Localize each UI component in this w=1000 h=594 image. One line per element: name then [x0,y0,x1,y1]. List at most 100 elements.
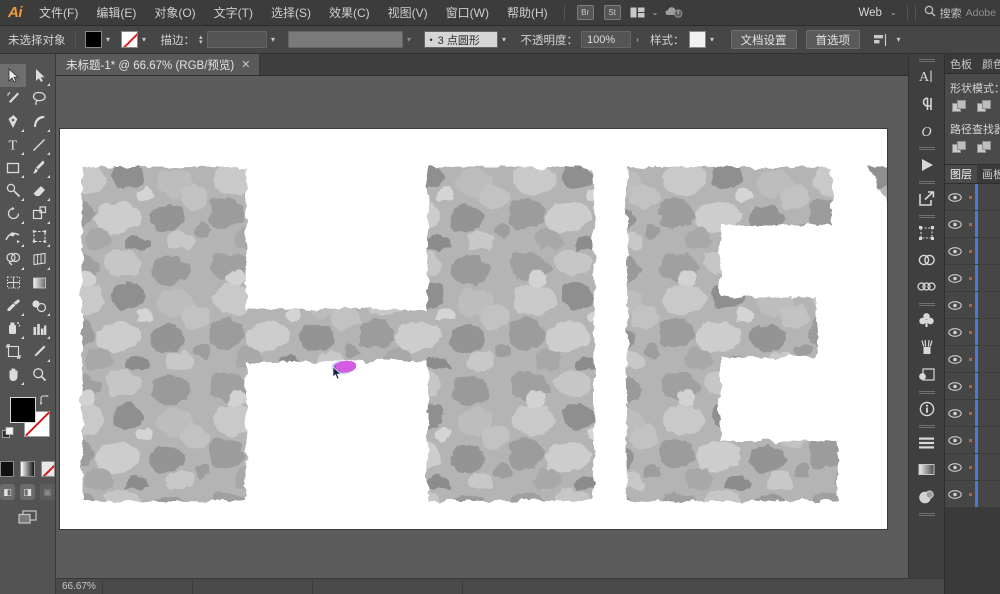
fill-color-swatch[interactable] [84,31,102,48]
layer-row[interactable] [945,481,1000,508]
actions-panel-icon[interactable] [913,151,941,178]
rail-grip[interactable] [917,178,937,185]
canvas-area[interactable]: 删除黑色形状 [56,76,944,594]
layer-row[interactable] [945,238,1000,265]
none-mode-swatch[interactable] [40,461,55,477]
layer-row[interactable] [945,346,1000,373]
layer-row[interactable] [945,211,1000,238]
screen-mode-icon[interactable] [17,510,39,528]
rail-grip[interactable] [917,510,937,517]
tab-artboards[interactable]: 画板 [977,165,1000,183]
status-zoom-field[interactable]: 66.67% [56,579,103,594]
swap-fill-stroke-icon[interactable] [39,395,51,408]
pen-tool[interactable] [0,110,26,133]
fill-swatch[interactable] [10,397,36,423]
transform-panel-icon[interactable] [913,219,941,246]
layer-row[interactable] [945,400,1000,427]
lasso-tool[interactable] [26,87,52,110]
align-dropdown-icon[interactable]: ▾ [892,31,905,48]
curvature-tool[interactable] [26,110,52,133]
stroke-color-swatch[interactable] [120,31,138,48]
selection-tool[interactable] [0,64,26,87]
libraries-panel-icon[interactable] [913,273,941,300]
workspace-switcher[interactable]: Web [853,7,886,19]
menu-object[interactable]: 对象(O) [145,0,204,26]
eye-icon[interactable] [945,381,965,391]
stroke-profile-dropdown-icon[interactable]: ▾ [403,31,416,48]
eye-icon[interactable] [945,300,965,310]
gradient-tool[interactable] [26,271,52,294]
workspace-caret-icon[interactable]: ⌄ [887,8,900,17]
trim-button[interactable] [977,141,992,155]
document-tab[interactable]: 未标题-1* @ 66.67% (RGB/预览) ✕ [56,54,261,75]
layer-row[interactable] [945,184,1000,211]
graphic-style-swatch[interactable] [688,31,706,48]
eye-icon[interactable] [945,435,965,445]
stroke-weight-stepper[interactable]: ▴ ▾ [199,34,203,46]
mesh-tool[interactable] [0,271,26,294]
close-icon[interactable]: ✕ [241,58,250,71]
eraser-tool[interactable] [26,179,52,202]
layers-list[interactable] [945,184,1000,508]
eye-icon[interactable] [945,462,965,472]
perspective-grid-tool[interactable] [26,248,52,271]
symbol-sprayer-tool[interactable] [0,317,26,340]
tab-color[interactable]: 颜色 [977,54,1000,73]
rail-grip[interactable] [917,144,937,151]
layer-row[interactable] [945,265,1000,292]
layer-row[interactable] [945,292,1000,319]
status-cell[interactable] [193,579,313,594]
graphic-style-dropdown-icon[interactable]: ▾ [706,31,719,48]
stock-button[interactable]: St [603,5,621,20]
appearance-panel-icon[interactable] [913,483,941,510]
document-setup-button[interactable]: 文档设置 [730,30,797,49]
menu-window[interactable]: 窗口(W) [437,0,498,26]
layer-row[interactable] [945,319,1000,346]
line-segment-tool[interactable] [26,133,52,156]
eye-icon[interactable] [945,219,965,229]
links-panel-icon[interactable] [913,246,941,273]
menu-edit[interactable]: 编辑(E) [87,0,145,26]
rail-grip[interactable] [917,388,937,395]
graphic-styles-panel-icon[interactable] [913,361,941,388]
symbols-panel-icon[interactable] [913,307,941,334]
width-tool[interactable] [0,225,26,248]
eye-icon[interactable] [945,354,965,364]
eye-icon[interactable] [945,489,965,499]
magic-wand-tool[interactable] [0,87,26,110]
type-tool[interactable]: T [0,133,26,156]
shaper-tool[interactable] [0,179,26,202]
sync-cloud-icon[interactable] [665,6,683,19]
stroke-weight-field[interactable] [206,31,267,48]
paintbrush-tool[interactable] [26,156,52,179]
menu-help[interactable]: 帮助(H) [498,0,557,26]
character-panel-icon[interactable]: A [913,63,941,90]
gradient-panel-icon[interactable] [913,456,941,483]
document-info-panel-icon[interactable] [913,395,941,422]
brush-definition-dropdown-icon[interactable]: ▾ [498,31,511,48]
rail-grip[interactable] [917,212,937,219]
artwork-hey-camouflage[interactable] [60,129,887,529]
menu-view[interactable]: 视图(V) [379,0,437,26]
preferences-button[interactable]: 首选项 [805,30,861,49]
brush-definition-field[interactable]: • 3 点圆形 [423,31,498,48]
stroke-profile-field[interactable] [287,31,403,48]
align-objects-icon[interactable] [874,33,888,46]
stroke-dropdown-icon[interactable]: ▾ [138,31,151,48]
default-fill-stroke-icon[interactable] [2,427,14,442]
search-box[interactable]: 搜索 Adobe [914,4,996,21]
draw-behind-icon[interactable]: ◨ [20,484,35,500]
brushes-panel-icon[interactable] [913,334,941,361]
scale-tool[interactable] [26,202,52,225]
menu-effect[interactable]: 效果(C) [320,0,379,26]
opentype-panel-icon[interactable]: O [913,117,941,144]
color-mode-swatch[interactable] [0,461,15,477]
artboard-tool[interactable] [0,340,26,363]
fill-dropdown-icon[interactable]: ▾ [102,31,115,48]
tab-swatches[interactable]: 色板 [945,54,977,73]
stroke-weight-dropdown-icon[interactable]: ▾ [267,31,280,48]
arrange-documents-icon[interactable] [630,7,645,18]
eyedropper-tool[interactable] [0,294,26,317]
layer-row[interactable] [945,373,1000,400]
status-cell[interactable] [103,579,193,594]
